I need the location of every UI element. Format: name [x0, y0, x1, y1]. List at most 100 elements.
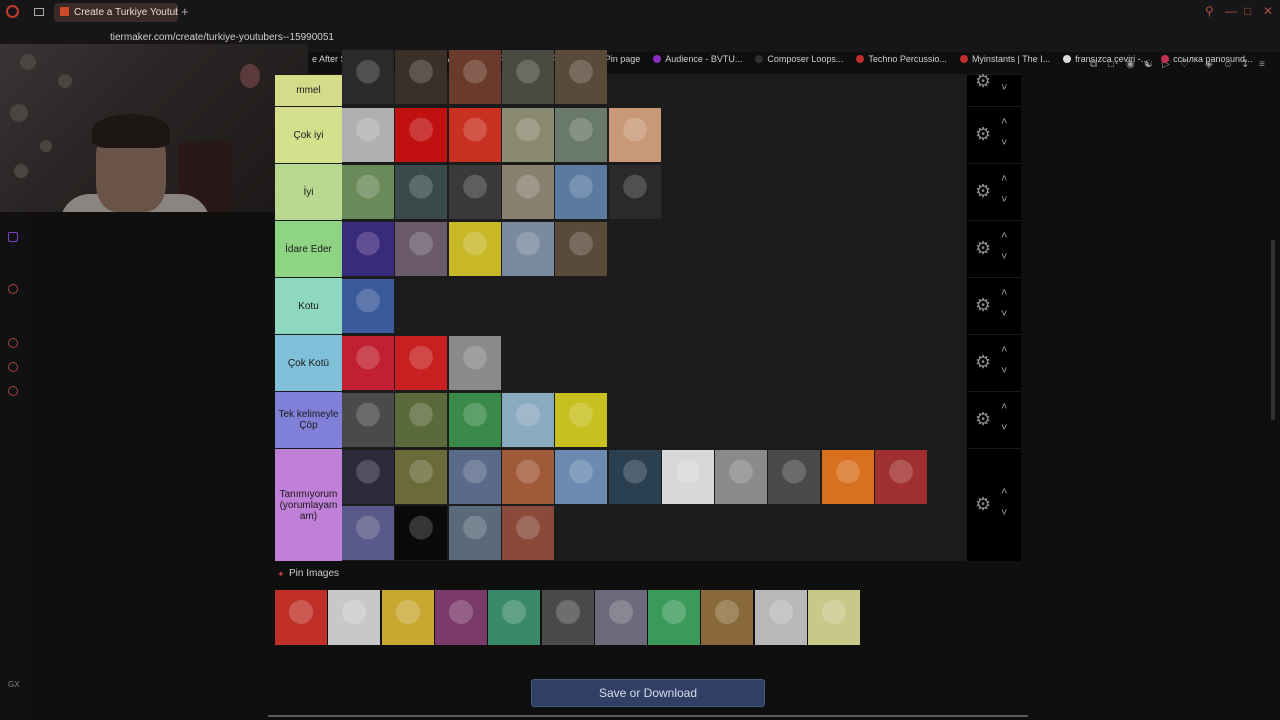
youtuber-thumbnail[interactable] [448, 336, 501, 390]
bookmark-item[interactable]: Myinstants | The I... [959, 54, 1050, 64]
chevron-down-icon[interactable]: ˅ [1001, 508, 1007, 519]
chevron-up-icon[interactable]: ˄ [1001, 487, 1007, 498]
youtuber-thumbnail[interactable] [448, 50, 501, 104]
youtuber-thumbnail[interactable] [395, 108, 448, 162]
chevron-up-icon[interactable]: ˄ [1001, 231, 1007, 242]
youtuber-thumbnail[interactable] [342, 336, 394, 390]
youtuber-thumbnail[interactable] [395, 222, 448, 276]
youtuber-thumbnail[interactable] [555, 450, 608, 504]
tier-label[interactable]: Çok iyi [275, 107, 342, 163]
pool-thumbnail[interactable] [594, 590, 647, 645]
tier-label[interactable]: İyi [275, 164, 342, 220]
chevron-down-icon[interactable]: ˅ [1001, 138, 1007, 149]
gear-icon[interactable]: ⚙ [975, 125, 993, 143]
search-icon[interactable]: ⚲ [1205, 4, 1214, 18]
new-tab-button[interactable]: + [181, 5, 189, 19]
youtuber-thumbnail[interactable] [661, 450, 714, 504]
youtuber-thumbnail[interactable] [501, 506, 554, 560]
pool-thumbnail[interactable] [541, 590, 594, 645]
gx-icon[interactable]: GX [8, 680, 20, 690]
youtuber-thumbnail[interactable] [342, 450, 394, 504]
youtuber-thumbnail[interactable] [448, 393, 501, 447]
twitch-icon[interactable] [8, 232, 18, 242]
player-sidebar-icon[interactable] [8, 284, 18, 294]
chevron-down-icon[interactable]: ˅ [1001, 423, 1007, 434]
youtuber-thumbnail[interactable] [608, 450, 661, 504]
pool-thumbnail[interactable] [275, 590, 327, 645]
youtuber-thumbnail[interactable] [715, 450, 768, 504]
youtuber-thumbnail[interactable] [342, 108, 394, 162]
tier-label[interactable]: Kotu [275, 278, 342, 334]
youtuber-thumbnail[interactable] [501, 450, 554, 504]
pool-thumbnail[interactable] [701, 590, 754, 645]
tier-label[interactable]: Çok Kotü [275, 335, 342, 391]
youtuber-thumbnail[interactable] [448, 506, 501, 560]
chevron-down-icon[interactable]: ˅ [1001, 195, 1007, 206]
minimize-icon[interactable]: — [1225, 4, 1237, 18]
youtuber-thumbnail[interactable] [501, 393, 554, 447]
url-text[interactable]: tiermaker.com/create/turkiye-youtubers--… [110, 32, 334, 43]
youtuber-thumbnail[interactable] [555, 108, 608, 162]
pool-thumbnail[interactable] [381, 590, 434, 645]
tier-label[interactable]: Tek kelimeyle Çöp [275, 392, 342, 448]
chevron-up-icon[interactable]: ˄ [1001, 288, 1007, 299]
tabs-icon[interactable] [34, 8, 44, 16]
pool-thumbnail[interactable] [808, 590, 860, 645]
pin-images-label[interactable]: Pin Images [289, 568, 339, 579]
maximize-icon[interactable]: □ [1244, 4, 1251, 18]
browser-tab[interactable]: Create a Turkiye Youtube [54, 3, 178, 22]
youtuber-thumbnail[interactable] [342, 165, 394, 219]
youtuber-thumbnail[interactable] [395, 336, 448, 390]
youtuber-thumbnail[interactable] [342, 50, 394, 104]
youtuber-thumbnail[interactable] [448, 450, 501, 504]
vertical-scrollbar[interactable] [1271, 240, 1275, 420]
save-or-download-button[interactable]: Save or Download [531, 679, 765, 707]
youtuber-thumbnail[interactable] [608, 165, 661, 219]
chevron-down-icon[interactable]: ˅ [1001, 366, 1007, 377]
gear-icon[interactable]: ⚙ [975, 239, 993, 257]
youtuber-thumbnail[interactable] [448, 165, 501, 219]
bookmark-item[interactable]: Composer Loops... [755, 54, 843, 64]
gear-icon[interactable]: ⚙ [975, 72, 993, 90]
youtuber-thumbnail[interactable] [501, 165, 554, 219]
chevron-down-icon[interactable]: ˅ [1001, 252, 1007, 263]
gear-icon[interactable]: ⚙ [975, 410, 993, 428]
pool-thumbnail[interactable] [754, 590, 807, 645]
youtuber-thumbnail[interactable] [555, 393, 608, 447]
pool-thumbnail[interactable] [434, 590, 487, 645]
youtuber-thumbnail[interactable] [555, 50, 608, 104]
chevron-up-icon[interactable]: ˄ [1001, 345, 1007, 356]
gear-icon[interactable]: ⚙ [975, 353, 993, 371]
close-icon[interactable]: ✕ [1263, 4, 1273, 18]
youtuber-thumbnail[interactable] [608, 108, 661, 162]
bookmark-item[interactable]: Audience - BVTU... [653, 54, 742, 64]
pool-thumbnail[interactable] [648, 590, 701, 645]
youtuber-thumbnail[interactable] [395, 50, 448, 104]
chevron-down-icon[interactable]: ˅ [1001, 83, 1007, 94]
youtuber-thumbnail[interactable] [501, 222, 554, 276]
bookmark-item[interactable]: Techno Percussio... [856, 54, 947, 64]
youtuber-thumbnail[interactable] [342, 393, 394, 447]
extensions-sidebar-icon[interactable] [8, 362, 18, 372]
tier-label[interactable]: mmel [275, 75, 342, 106]
youtuber-thumbnail[interactable] [342, 506, 394, 560]
history-icon[interactable] [8, 338, 18, 348]
gear-icon[interactable]: ⚙ [975, 495, 993, 513]
chevron-up-icon[interactable]: ˄ [1001, 117, 1007, 128]
chevron-up-icon[interactable]: ˄ [1001, 402, 1007, 413]
youtuber-thumbnail[interactable] [395, 393, 448, 447]
tier-label[interactable]: İdare Eder [275, 221, 342, 277]
youtuber-thumbnail[interactable] [448, 222, 501, 276]
chevron-down-icon[interactable]: ˅ [1001, 309, 1007, 320]
bookmark-item[interactable]: fransızca çeviri -... [1063, 54, 1148, 64]
youtuber-thumbnail[interactable] [395, 450, 448, 504]
gear-icon[interactable]: ⚙ [975, 296, 993, 314]
youtuber-thumbnail[interactable] [821, 450, 874, 504]
youtuber-thumbnail[interactable] [501, 108, 554, 162]
tier-label[interactable]: Tanımıyorum (yorumlayam am) [275, 449, 342, 561]
opera-logo-icon[interactable] [6, 5, 19, 18]
youtuber-thumbnail[interactable] [875, 450, 927, 504]
youtuber-thumbnail[interactable] [501, 50, 554, 104]
youtuber-thumbnail[interactable] [395, 506, 448, 560]
youtuber-thumbnail[interactable] [555, 222, 608, 276]
